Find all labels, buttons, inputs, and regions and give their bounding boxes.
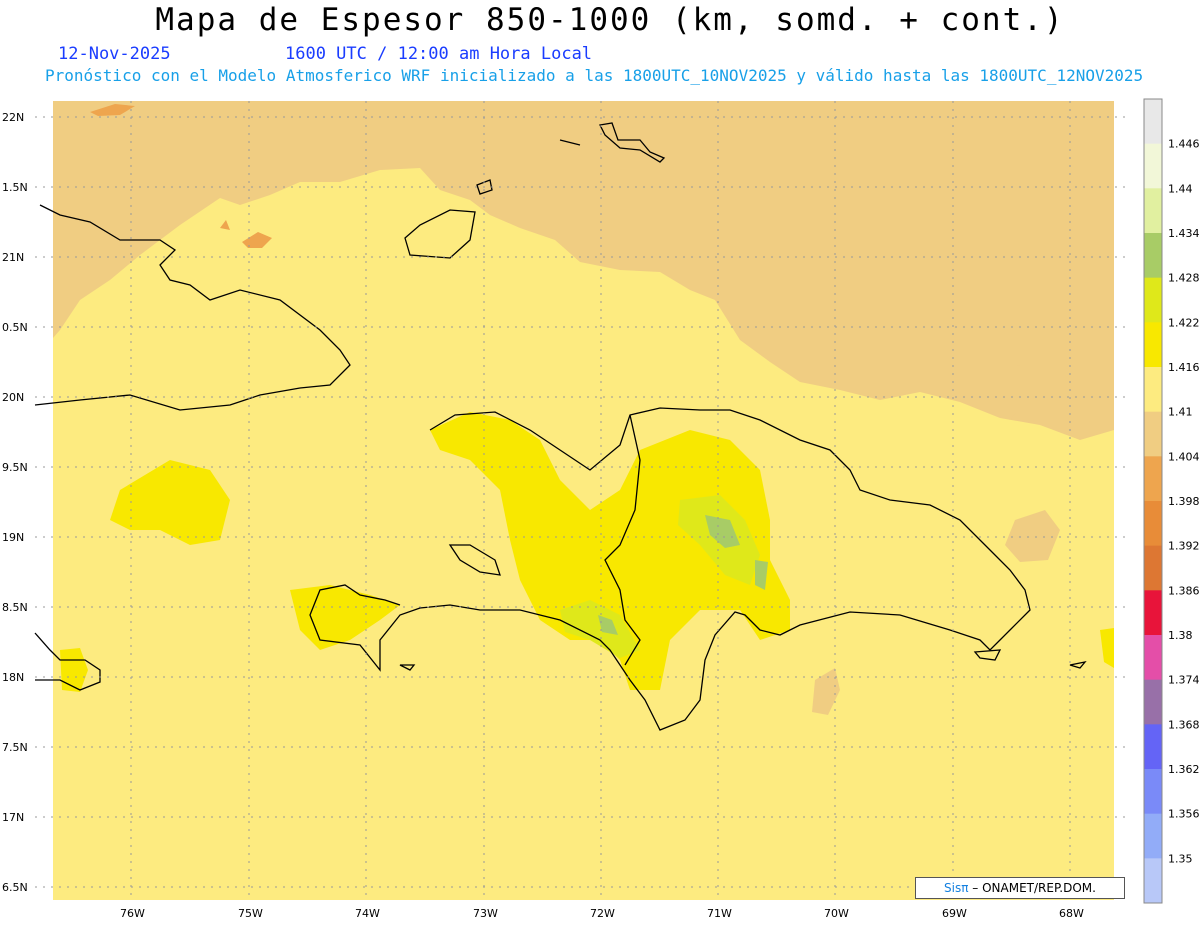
lat-label: 20N — [2, 391, 24, 404]
sispi-logo: Sisπ — [944, 881, 969, 895]
colorbar-label: 1.35 — [1168, 852, 1193, 865]
colorbar-label: 1.41 — [1168, 406, 1193, 419]
colorbar-swatch — [1144, 322, 1162, 368]
colorbar-label: 1.44 — [1168, 182, 1193, 195]
lon-label: 76W — [120, 907, 145, 920]
colorbar-swatch — [1144, 277, 1162, 323]
colorbar-swatch — [1144, 545, 1162, 591]
thickness-map: 22N 1.5N 21N 0.5N 20N 9.5N 19N 8.5N 18N … — [2, 98, 1200, 920]
colorbar-label: 1.356 — [1168, 808, 1200, 821]
colorbar-swatch — [1144, 590, 1162, 636]
colorbar-swatch — [1144, 188, 1162, 234]
lat-label: 9.5N — [2, 461, 28, 474]
colorbar-label: 1.428 — [1168, 272, 1200, 285]
colorbar-label: 1.404 — [1168, 450, 1200, 463]
lon-label: 73W — [473, 907, 498, 920]
lon-label: 70W — [824, 907, 849, 920]
lat-label: 6.5N — [2, 881, 28, 894]
credit-box: Sisπ – ONAMET/REP.DOM. — [915, 877, 1125, 899]
lon-label: 75W — [238, 907, 263, 920]
colorbar-label: 1.422 — [1168, 316, 1200, 329]
colorbar-swatch — [1144, 813, 1162, 859]
lat-label: 21N — [2, 251, 24, 264]
colorbar-label: 1.386 — [1168, 584, 1200, 597]
lat-label: 8.5N — [2, 601, 28, 614]
colorbar-label: 1.446 — [1168, 138, 1200, 151]
lat-axis: 22N 1.5N 21N 0.5N 20N 9.5N 19N 8.5N 18N … — [2, 111, 28, 894]
colorbar-swatch — [1144, 724, 1162, 770]
lat-label: 7.5N — [2, 741, 28, 754]
lon-label: 74W — [355, 907, 380, 920]
colorbar-swatch — [1144, 99, 1162, 145]
lon-label: 69W — [942, 907, 967, 920]
colorbar-swatch — [1144, 501, 1162, 547]
colorbar-swatch — [1144, 233, 1162, 279]
colorbar: 1.446 1.44 1.434 1.428 1.422 1.416 1.41 1.404 1.… — [1143, 98, 1200, 904]
lon-label: 71W — [707, 907, 732, 920]
lon-axis: 76W 75W 74W 73W 72W 71W 70W 69W 68W — [120, 907, 1084, 920]
colorbar-swatch — [1144, 367, 1162, 413]
lat-label: 1.5N — [2, 181, 28, 194]
colorbar-label: 1.416 — [1168, 361, 1200, 374]
lon-label: 68W — [1059, 907, 1084, 920]
colorbar-label: 1.398 — [1168, 495, 1200, 508]
lat-label: 22N — [2, 111, 24, 124]
lat-label: 18N — [2, 671, 24, 684]
colorbar-label: 1.374 — [1168, 674, 1200, 687]
colorbar-label: 1.362 — [1168, 763, 1200, 776]
colorbar-label: 1.434 — [1168, 227, 1200, 240]
colorbar-label: 1.392 — [1168, 540, 1200, 553]
lat-label: 17N — [2, 811, 24, 824]
colorbar-swatch — [1144, 411, 1162, 457]
lon-label: 72W — [590, 907, 615, 920]
colorbar-swatch — [1144, 858, 1162, 904]
lat-label: 0.5N — [2, 321, 28, 334]
colorbar-swatch — [1144, 143, 1162, 189]
colorbar-swatch — [1144, 679, 1162, 725]
lat-label: 19N — [2, 531, 24, 544]
colorbar-label: 1.368 — [1168, 718, 1200, 731]
colorbar-label: 1.38 — [1168, 629, 1193, 642]
colorbar-swatch — [1144, 769, 1162, 815]
colorbar-swatch — [1144, 635, 1162, 681]
credit-text: – ONAMET/REP.DOM. — [968, 881, 1096, 895]
colorbar-swatch — [1144, 456, 1162, 502]
